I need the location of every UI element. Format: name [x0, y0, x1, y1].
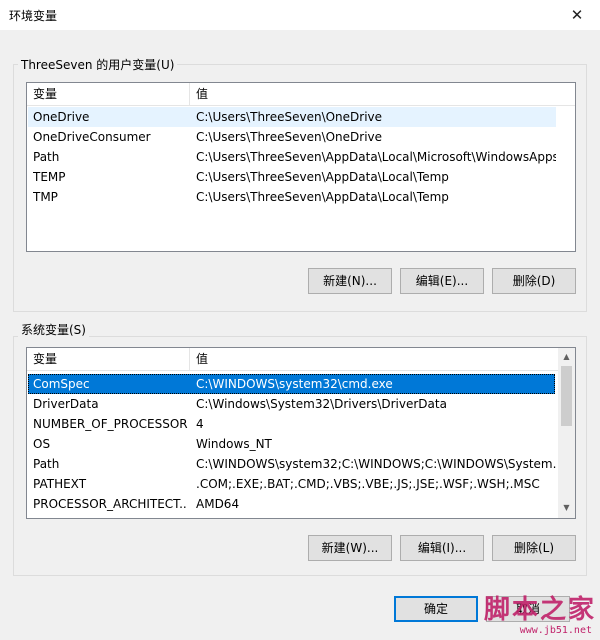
list-item[interactable]: OneDrive C:\Users\ThreeSeven\OneDrive [28, 107, 556, 127]
variable-name: Path [33, 457, 60, 471]
variable-name: Path [33, 150, 60, 164]
variable-name: PATHEXT [33, 477, 87, 491]
system-list-scrollbar[interactable]: ▲ ▼ [558, 348, 575, 518]
list-item[interactable]: OS Windows_NT [28, 434, 555, 454]
variable-name: PROCESSOR_ARCHITECT... [33, 497, 188, 511]
list-item[interactable]: DriverData C:\Windows\System32\Drivers\D… [28, 394, 555, 414]
user-list-header: 变量 值 [27, 83, 575, 106]
scroll-down-icon[interactable]: ▼ [558, 499, 575, 516]
list-item[interactable]: OneDriveConsumer C:\Users\ThreeSeven\One… [28, 127, 556, 147]
variable-name: OneDriveConsumer [33, 130, 151, 144]
close-button[interactable]: ✕ [554, 0, 600, 30]
variable-value: AMD64 [196, 497, 240, 511]
variable-value: C:\Users\ThreeSeven\AppData\Local\Micros… [196, 150, 556, 164]
variable-value: .COM;.EXE;.BAT;.CMD;.VBS;.VBE;.JS;.JSE;.… [196, 477, 540, 491]
list-item[interactable]: PROCESSOR_ARCHITECT... AMD64 [28, 494, 555, 514]
variable-value: Windows_NT [196, 437, 272, 451]
variable-name: OS [33, 437, 51, 451]
close-icon: ✕ [570, 6, 584, 24]
variable-name: TEMP [33, 170, 66, 184]
system-edit-button[interactable]: 编辑(I)... [400, 535, 484, 561]
variable-value: C:\Windows\System32\Drivers\DriverData [196, 397, 447, 411]
user-new-button[interactable]: 新建(N)... [308, 268, 392, 294]
variable-value: C:\WINDOWS\system32\cmd.exe [196, 377, 393, 391]
column-header-value[interactable]: 值 [190, 348, 558, 370]
ok-button[interactable]: 确定 [394, 596, 478, 622]
scrollbar-thumb[interactable] [561, 366, 572, 426]
watermark-url: www.jb51.net [519, 625, 592, 636]
variable-value: 4 [196, 417, 204, 431]
system-new-button[interactable]: 新建(W)... [308, 535, 392, 561]
user-variables-label: ThreeSeven 的用户变量(U) [18, 56, 178, 73]
variable-name: DriverData [33, 397, 99, 411]
variable-name: TMP [33, 190, 58, 204]
scroll-up-icon[interactable]: ▲ [558, 348, 575, 365]
list-item[interactable]: PATHEXT .COM;.EXE;.BAT;.CMD;.VBS;.VBE;.J… [28, 474, 555, 494]
list-item[interactable]: ComSpec C:\WINDOWS\system32\cmd.exe [28, 374, 555, 394]
user-edit-button[interactable]: 编辑(E)... [400, 268, 484, 294]
column-header-variable[interactable]: 变量 [27, 83, 190, 105]
user-variables-list[interactable]: 变量 值 OneDrive C:\Users\ThreeSeven\OneDri… [26, 82, 576, 252]
variable-value: C:\Users\ThreeSeven\AppData\Local\Temp [196, 170, 449, 184]
watermark-logo: 脚本之家 [483, 595, 596, 625]
list-item[interactable]: NUMBER_OF_PROCESSORS 4 [28, 414, 555, 434]
list-item[interactable]: Path C:\WINDOWS\system32;C:\WINDOWS;C:\W… [28, 454, 556, 474]
list-item[interactable]: TMP C:\Users\ThreeSeven\AppData\Local\Te… [28, 187, 556, 207]
variable-name: ComSpec [33, 377, 90, 391]
column-header-value[interactable]: 值 [190, 83, 575, 105]
system-variables-label: 系统变量(S) [18, 321, 89, 338]
variable-name: NUMBER_OF_PROCESSORS [33, 417, 188, 431]
list-item[interactable]: Path C:\Users\ThreeSeven\AppData\Local\M… [28, 147, 556, 167]
system-delete-button[interactable]: 删除(L) [492, 535, 576, 561]
user-delete-button[interactable]: 删除(D) [492, 268, 576, 294]
column-header-variable[interactable]: 变量 [27, 348, 190, 370]
system-variables-list[interactable]: 变量 值 ComSpec C:\WINDOWS\system32\cmd.exe… [26, 347, 576, 519]
variable-value: C:\Users\ThreeSeven\AppData\Local\Temp [196, 190, 449, 204]
variable-value: C:\Users\ThreeSeven\OneDrive [196, 130, 383, 144]
list-item[interactable]: TEMP C:\Users\ThreeSeven\AppData\Local\T… [28, 167, 556, 187]
system-list-header: 变量 值 [27, 348, 575, 371]
variable-value: C:\WINDOWS\system32;C:\WINDOWS;C:\WINDOW… [196, 457, 556, 471]
window-title: 环境变量 [9, 9, 58, 23]
title-bar: 环境变量 ✕ [0, 0, 600, 30]
variable-name: OneDrive [33, 110, 90, 124]
variable-value: C:\Users\ThreeSeven\OneDrive [196, 110, 383, 124]
